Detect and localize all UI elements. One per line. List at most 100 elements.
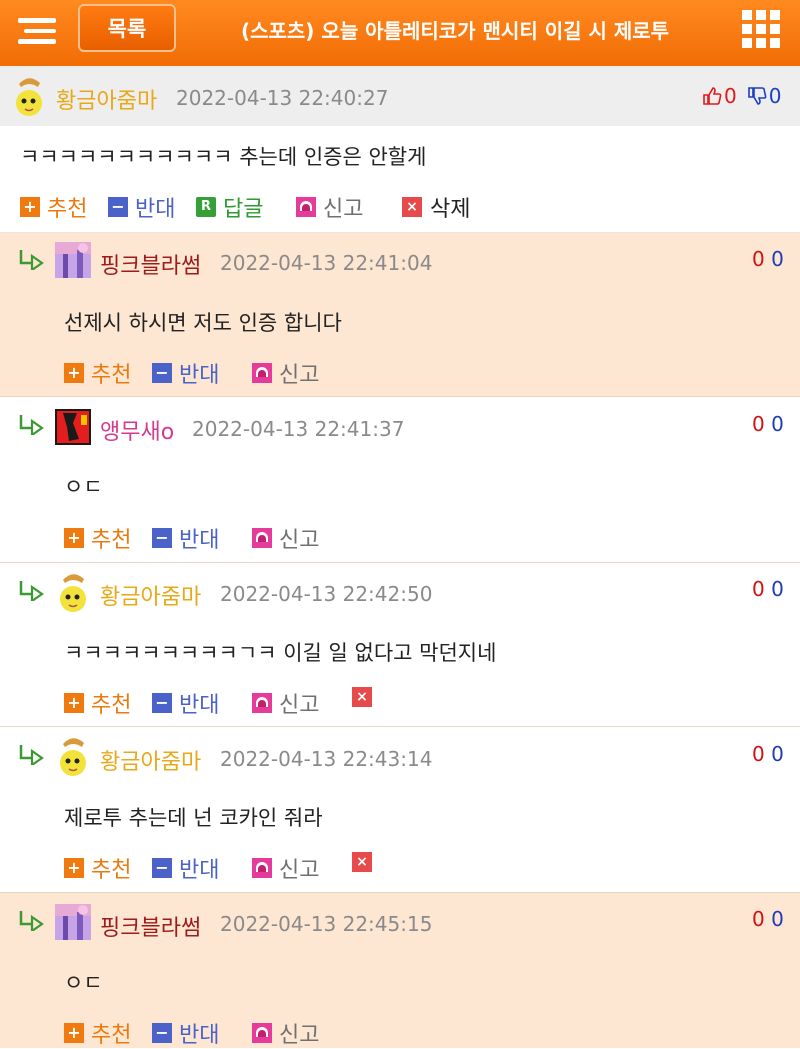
reply-vote-counts[interactable]: 0 0 xyxy=(752,577,784,601)
recommend-label: 추천 xyxy=(47,197,88,222)
report-button[interactable]: 신고 xyxy=(296,191,363,223)
minus-icon: − xyxy=(152,1023,172,1043)
plus-icon: + xyxy=(64,693,84,713)
reply-up-count: 0 xyxy=(752,412,765,436)
delete-label: 삭제 xyxy=(430,197,471,222)
reply-nickname[interactable]: 황금아줌마 xyxy=(100,579,201,611)
thumbs-up-icon[interactable] xyxy=(702,86,722,106)
minus-icon: − xyxy=(152,858,172,878)
siren-icon xyxy=(252,528,272,548)
oppose-button[interactable]: − 반대 xyxy=(152,852,219,884)
reply-vote-counts[interactable]: 0 0 xyxy=(752,907,784,931)
recommend-button[interactable]: + 추천 xyxy=(64,852,131,884)
minus-icon: − xyxy=(152,693,172,713)
plus-icon: + xyxy=(20,197,40,217)
recommend-label: 추천 xyxy=(91,528,132,553)
minus-icon: − xyxy=(152,363,172,383)
minus-icon: − xyxy=(108,197,128,217)
avatar xyxy=(55,242,91,278)
delete-button[interactable]: × 삭제 xyxy=(402,191,470,223)
recommend-button[interactable]: + 추천 xyxy=(20,191,87,223)
oppose-label: 반대 xyxy=(179,528,220,553)
recommend-button[interactable]: + 추천 xyxy=(64,357,131,389)
avatar xyxy=(55,904,91,940)
reply-down-count: 0 xyxy=(771,907,784,931)
comment-text: ㅋㅋㅋㅋㅋㅋㅋㅋㅋㅋㅋ 추는데 인증은 안할게 xyxy=(20,145,427,169)
avatar xyxy=(55,409,91,445)
close-icon: × xyxy=(352,687,372,707)
reply-arrow-icon xyxy=(19,415,44,435)
minus-icon: − xyxy=(152,528,172,548)
reply-button[interactable]: R 답글 xyxy=(196,191,263,223)
oppose-button[interactable]: − 반대 xyxy=(152,522,219,554)
delete-button[interactable]: × xyxy=(352,852,380,872)
report-button[interactable]: 신고 xyxy=(252,1017,319,1049)
top-bar: 목록 (스포츠) 오늘 아틀레티코가 맨시티 이길 시 제로투 xyxy=(0,0,800,66)
recommend-label: 추천 xyxy=(91,363,132,388)
thumbs-down-icon[interactable] xyxy=(747,86,767,106)
reply-item: 앵무새o 2022-04-13 22:41:37 0 0 ㅇㄷ + 추천 − 반… xyxy=(0,397,800,563)
recommend-button[interactable]: + 추천 xyxy=(64,522,131,554)
siren-icon xyxy=(296,197,316,217)
report-button[interactable]: 신고 xyxy=(252,687,319,719)
oppose-label: 반대 xyxy=(179,363,220,388)
reply-up-count: 0 xyxy=(752,907,765,931)
reply-datetime: 2022-04-13 22:45:15 xyxy=(220,912,433,936)
report-label: 신고 xyxy=(279,1023,320,1048)
reply-arrow-icon xyxy=(19,250,44,270)
reply-datetime: 2022-04-13 22:41:04 xyxy=(220,251,433,275)
report-button[interactable]: 신고 xyxy=(252,357,319,389)
reply-down-count: 0 xyxy=(771,577,784,601)
reply-text: 선제시 하시면 저도 인증 합니다 xyxy=(64,311,342,335)
comment-nickname[interactable]: 황금아줌마 xyxy=(56,83,157,115)
reply-arrow-icon xyxy=(19,581,44,601)
oppose-button[interactable]: − 반대 xyxy=(152,687,219,719)
oppose-button[interactable]: − 반대 xyxy=(108,191,175,223)
report-label: 신고 xyxy=(323,197,364,222)
report-label: 신고 xyxy=(279,363,320,388)
oppose-label: 반대 xyxy=(179,1023,220,1048)
report-button[interactable]: 신고 xyxy=(252,522,319,554)
oppose-button[interactable]: − 반대 xyxy=(152,1017,219,1049)
reply-arrow-icon xyxy=(19,745,44,765)
recommend-label: 추천 xyxy=(91,1023,132,1048)
reply-up-count: 0 xyxy=(752,742,765,766)
reply-item: 핑크블라썸 2022-04-13 22:41:04 0 0 선제시 하시면 저도… xyxy=(0,233,800,397)
reply-text: ㅇㄷ xyxy=(64,475,103,499)
main-vote-counts: 0 0 xyxy=(702,84,781,108)
reply-vote-counts[interactable]: 0 0 xyxy=(752,412,784,436)
recommend-label: 추천 xyxy=(91,693,132,718)
recommend-button[interactable]: + 추천 xyxy=(64,1017,131,1049)
reply-arrow-icon xyxy=(19,911,44,931)
reply-text: 제로투 추는데 넌 코카인 줘라 xyxy=(64,806,323,830)
grid-menu-icon[interactable] xyxy=(742,10,780,48)
plus-icon: + xyxy=(64,1023,84,1043)
oppose-label: 반대 xyxy=(179,693,220,718)
recommend-button[interactable]: + 추천 xyxy=(64,687,131,719)
reply-up-count: 0 xyxy=(752,577,765,601)
reply-down-count: 0 xyxy=(771,247,784,271)
close-icon: × xyxy=(352,852,372,872)
reply-down-count: 0 xyxy=(771,742,784,766)
report-label: 신고 xyxy=(279,693,320,718)
reply-vote-counts[interactable]: 0 0 xyxy=(752,247,784,271)
report-button[interactable]: 신고 xyxy=(252,852,319,884)
list-button[interactable]: 목록 xyxy=(78,4,176,52)
reply-nickname[interactable]: 황금아줌마 xyxy=(100,744,201,776)
reply-text: ㅇㄷ xyxy=(64,971,103,995)
recommend-label: 추천 xyxy=(91,858,132,883)
plus-icon: + xyxy=(64,528,84,548)
avatar xyxy=(16,78,42,116)
oppose-label: 반대 xyxy=(135,197,176,222)
reply-nickname[interactable]: 앵무새o xyxy=(100,414,174,446)
reply-up-count: 0 xyxy=(752,247,765,271)
delete-button[interactable]: × xyxy=(352,687,380,707)
oppose-button[interactable]: − 반대 xyxy=(152,357,219,389)
reply-nickname[interactable]: 핑크블라썸 xyxy=(100,248,201,280)
reply-item: 황금아줌마 2022-04-13 22:43:14 0 0 제로투 추는데 넌 … xyxy=(0,727,800,893)
reply-item: 황금아줌마 2022-04-13 22:42:50 0 0 ㅋㅋㅋㅋㅋㅋㅋㅋㅋㄱ… xyxy=(0,563,800,727)
reply-nickname[interactable]: 핑크블라썸 xyxy=(100,910,201,942)
like-count: 0 xyxy=(724,84,737,108)
reply-vote-counts[interactable]: 0 0 xyxy=(752,742,784,766)
hamburger-menu-icon[interactable] xyxy=(18,12,60,50)
